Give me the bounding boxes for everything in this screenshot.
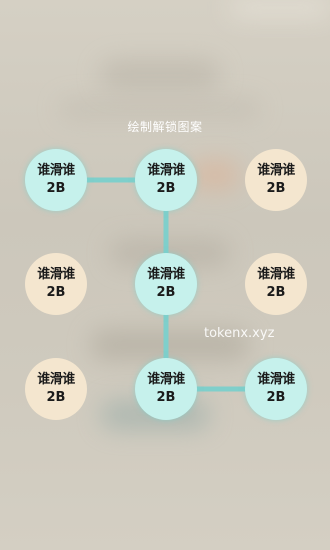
node-label-line2: 2B: [266, 390, 286, 405]
node-label-line1: 谁滑谁: [147, 267, 185, 282]
node-label-line2: 2B: [46, 390, 66, 405]
node-label-line2: 2B: [266, 181, 286, 196]
node-label-line1: 谁滑谁: [37, 163, 75, 178]
node-2-1[interactable]: 谁滑谁 2B: [25, 253, 87, 315]
node-1-3[interactable]: 谁滑谁 2B: [245, 149, 307, 211]
node-label-line1: 谁滑谁: [37, 372, 75, 387]
node-3-2[interactable]: 谁滑谁 2B: [135, 358, 197, 420]
node-label-line1: 谁滑谁: [147, 372, 185, 387]
node-label-line2: 2B: [156, 285, 176, 300]
node-1-1[interactable]: 谁滑谁 2B: [25, 149, 87, 211]
node-label-line2: 2B: [156, 181, 176, 196]
node-label-line1: 谁滑谁: [257, 267, 295, 282]
node-2-2[interactable]: 谁滑谁 2B: [135, 253, 197, 315]
watermark-text: tokenx.xyz: [204, 326, 275, 341]
node-label-line1: 谁滑谁: [257, 163, 295, 178]
lock-screen: 绘制解锁图案 谁滑谁 2B 谁滑谁 2B 谁滑谁 2B 谁滑谁 2B 谁滑谁 2B 谁滑谁…: [0, 0, 330, 550]
node-label-line2: 2B: [266, 285, 286, 300]
node-3-3[interactable]: 谁滑谁 2B: [245, 358, 307, 420]
node-label-line2: 2B: [156, 390, 176, 405]
node-label-line1: 谁滑谁: [37, 267, 75, 282]
node-1-2[interactable]: 谁滑谁 2B: [135, 149, 197, 211]
node-3-1[interactable]: 谁滑谁 2B: [25, 358, 87, 420]
node-2-3[interactable]: 谁滑谁 2B: [245, 253, 307, 315]
node-label-line2: 2B: [46, 285, 66, 300]
node-label-line1: 谁滑谁: [147, 163, 185, 178]
node-label-line1: 谁滑谁: [257, 372, 295, 387]
node-label-line2: 2B: [46, 181, 66, 196]
